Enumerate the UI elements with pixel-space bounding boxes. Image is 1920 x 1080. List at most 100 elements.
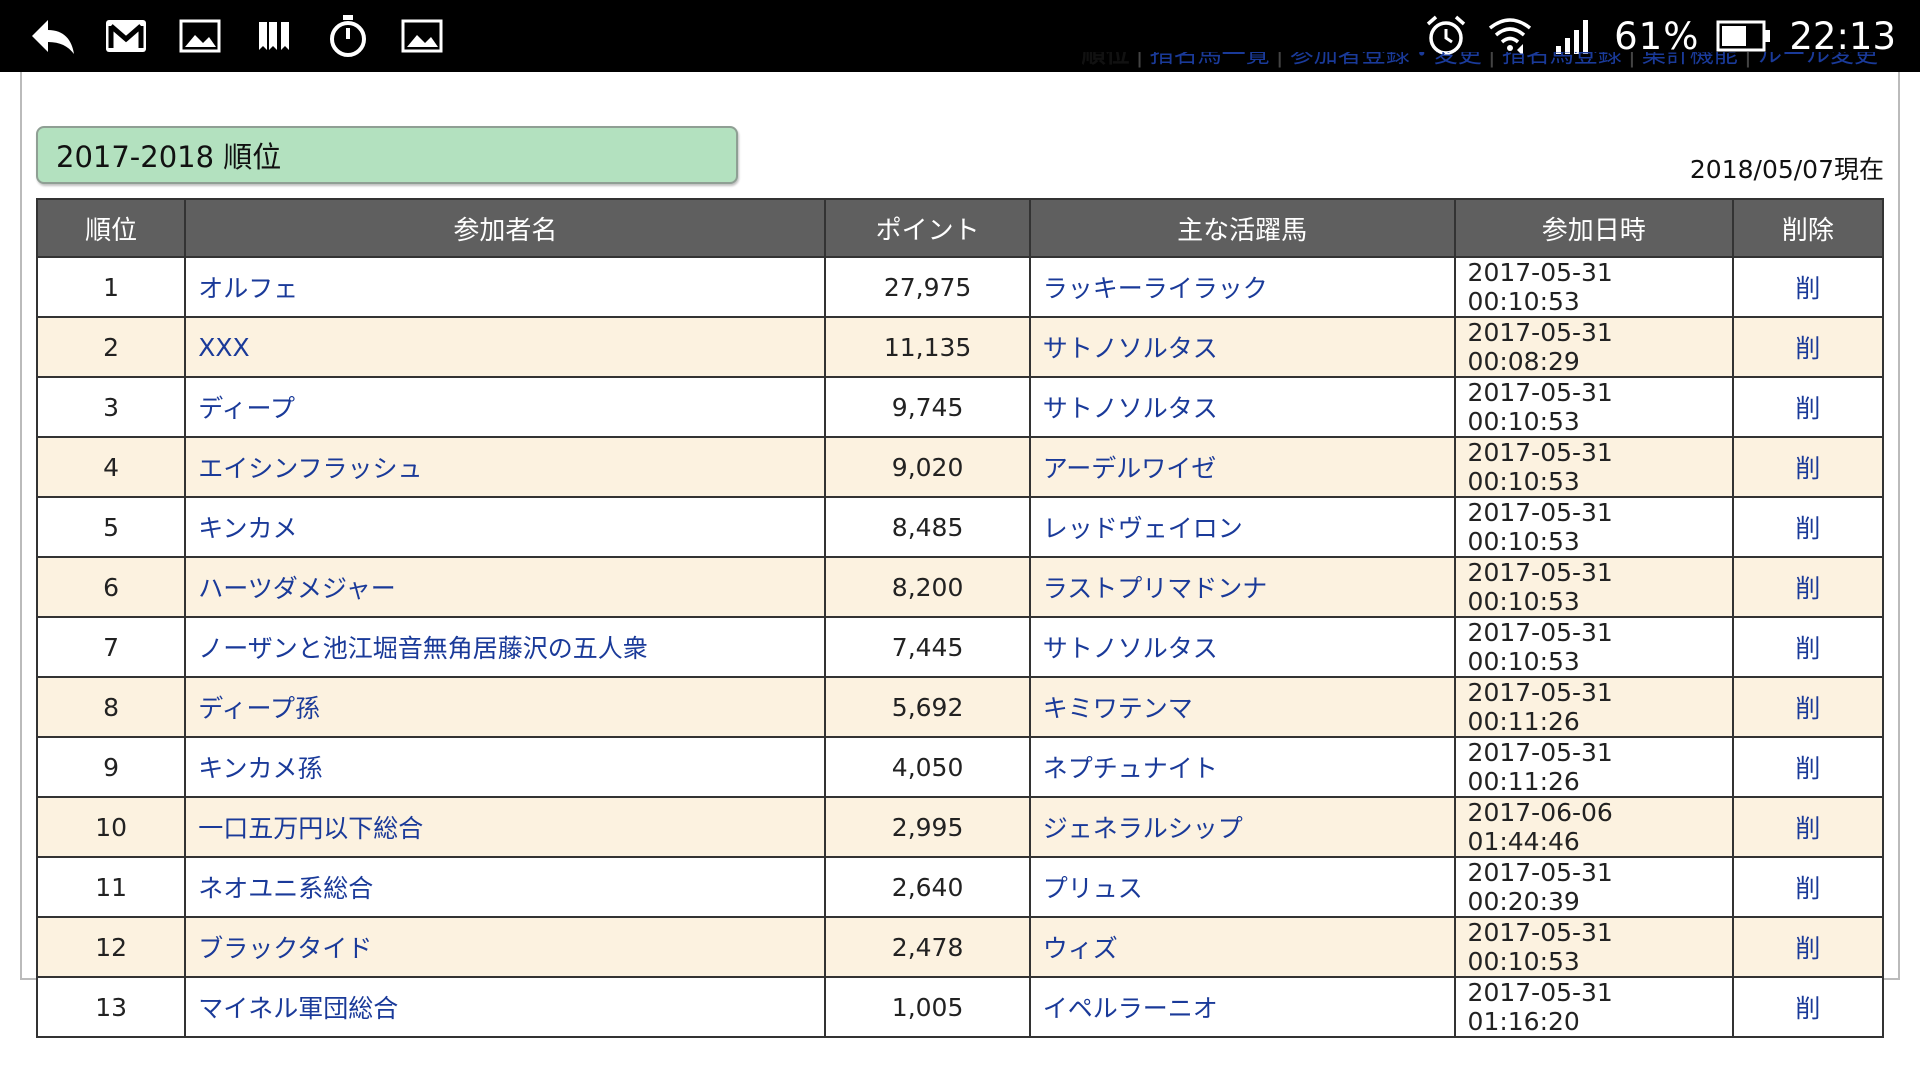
horse-link[interactable]: サトノソルタス xyxy=(1028,376,1456,438)
horse-link[interactable]: ラストプリマドンナ xyxy=(1028,556,1456,618)
participant-link[interactable]: ネオユニ系総合 xyxy=(184,856,827,918)
delete-link[interactable]: 削 xyxy=(1731,376,1885,438)
nav-item-horse-register[interactable]: 指名馬登録 xyxy=(1502,52,1622,68)
delete-link[interactable]: 削 xyxy=(1731,556,1885,618)
delete-link[interactable]: 削 xyxy=(1731,616,1885,678)
participant-link[interactable]: ディープ xyxy=(184,376,827,438)
rank-cell: 13 xyxy=(35,976,187,1038)
table-row: 4 エイシンフラッシュ 9,020 アーデルワイゼ 2017-05-31 00:10:5… xyxy=(35,436,1885,498)
join-date-cell: 2017-05-31 00:10:53 xyxy=(1453,496,1734,558)
participant-link[interactable]: ノーザンと池江堀音無角居藤沢の五人衆 xyxy=(184,616,827,678)
rank-cell: 8 xyxy=(35,676,187,738)
horse-link[interactable]: アーデルワイゼ xyxy=(1028,436,1456,498)
join-date-cell: 2017-05-31 00:10:53 xyxy=(1453,616,1734,678)
delete-link[interactable]: 削 xyxy=(1731,796,1885,858)
as-of-date: 2018/05/07現在 xyxy=(1689,155,1884,184)
horse-link[interactable]: イペルラーニオ xyxy=(1028,976,1456,1038)
participant-link[interactable]: オルフェ xyxy=(184,256,827,318)
image-icon xyxy=(176,12,224,60)
header-join-date: 参加日時 xyxy=(1453,198,1734,258)
rank-cell: 11 xyxy=(35,856,187,918)
participant-link[interactable]: 一口五万円以下総合 xyxy=(184,796,827,858)
participant-link[interactable]: ディープ孫 xyxy=(184,676,827,738)
horse-link[interactable]: プリュス xyxy=(1028,856,1456,918)
join-date-cell: 2017-05-31 00:10:53 xyxy=(1453,556,1734,618)
points-cell: 8,200 xyxy=(824,556,1031,618)
join-date-cell: 2017-05-31 00:08:29 xyxy=(1453,316,1734,378)
participant-link[interactable]: キンカメ孫 xyxy=(184,736,827,798)
stopwatch-icon xyxy=(324,12,372,60)
points-cell: 2,640 xyxy=(824,856,1031,918)
points-cell: 11,135 xyxy=(824,316,1031,378)
points-cell: 4,050 xyxy=(824,736,1031,798)
header-main-horse: 主な活躍馬 xyxy=(1028,198,1456,258)
join-date-cell: 2017-05-31 00:20:39 xyxy=(1453,856,1734,918)
points-cell: 8,485 xyxy=(824,496,1031,558)
participant-link[interactable]: XXX xyxy=(184,316,827,378)
nav-item-rule-change[interactable]: ルール変更 xyxy=(1758,52,1878,68)
nav-item-tally[interactable]: 集計機能 xyxy=(1642,52,1738,68)
points-cell: 5,692 xyxy=(824,676,1031,738)
table-row: 5 キンカメ 8,485 レッドヴェイロン 2017-05-31 00:10:53 削 xyxy=(35,496,1885,558)
horse-link[interactable]: サトノソルタス xyxy=(1028,316,1456,378)
delete-link[interactable]: 削 xyxy=(1731,496,1885,558)
delete-link[interactable]: 削 xyxy=(1731,436,1885,498)
rank-cell: 4 xyxy=(35,436,187,498)
participant-link[interactable]: エイシンフラッシュ xyxy=(184,436,827,498)
section-title: 2017-2018 順位 xyxy=(36,126,738,184)
horse-link[interactable]: キミワテンマ xyxy=(1028,676,1456,738)
horse-link[interactable]: ジェネラルシップ xyxy=(1028,796,1456,858)
gmail-icon xyxy=(102,12,150,60)
join-date-cell: 2017-05-31 00:11:26 xyxy=(1453,736,1734,798)
horse-link[interactable]: ラッキーライラック xyxy=(1028,256,1456,318)
delete-link[interactable]: 削 xyxy=(1731,916,1885,978)
image-icon-2 xyxy=(398,12,446,60)
table-header-row: 順位 参加者名 ポイント 主な活躍馬 参加日時 削除 xyxy=(35,198,1885,258)
points-cell: 7,445 xyxy=(824,616,1031,678)
nav-item-ranking[interactable]: 順位 xyxy=(1082,52,1130,68)
table-row: 1 オルフェ 27,975 ラッキーライラック 2017-05-31 00:10:53 削 xyxy=(35,256,1885,318)
nav-item-participant-register[interactable]: 参加者登録・変更 xyxy=(1290,52,1482,68)
rank-cell: 1 xyxy=(35,256,187,318)
horse-link[interactable]: サトノソルタス xyxy=(1028,616,1456,678)
table-row: 3 ディープ 9,745 サトノソルタス 2017-05-31 00:10:53 削 xyxy=(35,376,1885,438)
delete-link[interactable]: 削 xyxy=(1731,736,1885,798)
rank-cell: 9 xyxy=(35,736,187,798)
horse-link[interactable]: ネプチュナイト xyxy=(1028,736,1456,798)
nav-item-horse-list[interactable]: 指名馬一覧 xyxy=(1150,52,1270,68)
participant-link[interactable]: キンカメ xyxy=(184,496,827,558)
table-row: 11 ネオユニ系総合 2,640 プリュス 2017-05-31 00:20:39 削 xyxy=(35,856,1885,918)
ranking-table: 順位 参加者名 ポイント 主な活躍馬 参加日時 削除 1 オルフェ 27,975 ラッ… xyxy=(35,198,1885,1038)
join-date-cell: 2017-05-31 01:16:20 xyxy=(1453,976,1734,1038)
join-date-cell: 2017-05-31 00:10:53 xyxy=(1453,436,1734,498)
horse-link[interactable]: ウィズ xyxy=(1028,916,1456,978)
table-row: 9 キンカメ孫 4,050 ネプチュナイト 2017-05-31 00:11:26 削 xyxy=(35,736,1885,798)
participant-link[interactable]: マイネル軍団総合 xyxy=(184,976,827,1038)
table-row: 10 一口五万円以下総合 2,995 ジェネラルシップ 2017-06-06 01:44… xyxy=(35,796,1885,858)
rank-cell: 6 xyxy=(35,556,187,618)
join-date-cell: 2017-05-31 00:10:53 xyxy=(1453,376,1734,438)
points-cell: 9,020 xyxy=(824,436,1031,498)
participant-link[interactable]: ハーツダメジャー xyxy=(184,556,827,618)
rank-cell: 10 xyxy=(35,796,187,858)
join-date-cell: 2017-05-31 00:11:26 xyxy=(1453,676,1734,738)
rank-cell: 5 xyxy=(35,496,187,558)
horse-link[interactable]: レッドヴェイロン xyxy=(1028,496,1456,558)
participant-link[interactable]: ブラックタイド xyxy=(184,916,827,978)
delete-link[interactable]: 削 xyxy=(1731,676,1885,738)
header-points: ポイント xyxy=(824,198,1031,258)
table-row: 8 ディープ孫 5,692 キミワテンマ 2017-05-31 00:11:26 削 xyxy=(35,676,1885,738)
delete-link[interactable]: 削 xyxy=(1731,976,1885,1038)
top-nav: 順位 | 指名馬一覧 | 参加者登録・変更 | 指名馬登録 | 集計機能 | ルール変更 xyxy=(1082,52,1878,82)
delete-link[interactable]: 削 xyxy=(1731,856,1885,918)
points-cell: 1,005 xyxy=(824,976,1031,1038)
points-cell: 2,995 xyxy=(824,796,1031,858)
delete-link[interactable]: 削 xyxy=(1731,316,1885,378)
delete-link[interactable]: 削 xyxy=(1731,256,1885,318)
points-cell: 9,745 xyxy=(824,376,1031,438)
rank-cell: 2 xyxy=(35,316,187,378)
rank-cell: 3 xyxy=(35,376,187,438)
bookmarks-icon xyxy=(250,12,298,60)
table-row: 13 マイネル軍団総合 1,005 イペルラーニオ 2017-05-31 01:16:2… xyxy=(35,976,1885,1038)
header-participant: 参加者名 xyxy=(184,198,827,258)
